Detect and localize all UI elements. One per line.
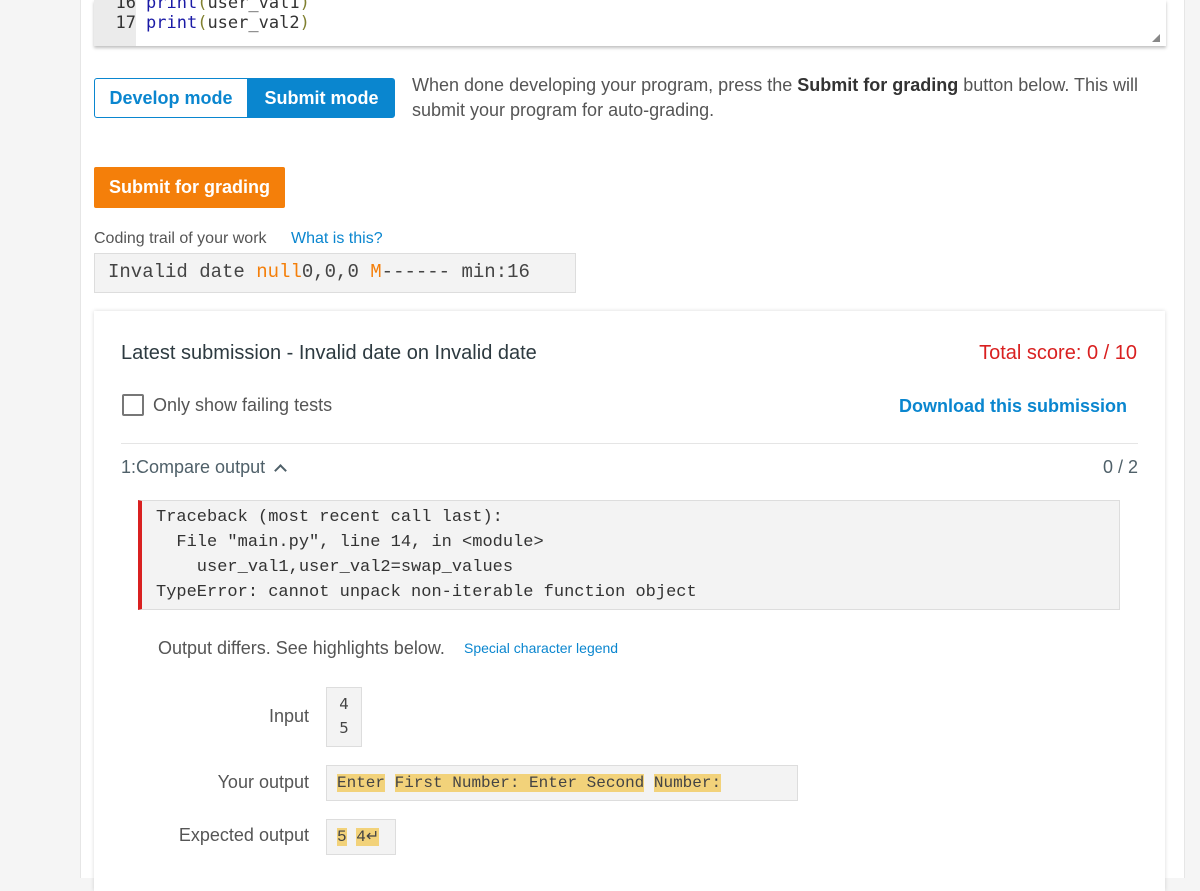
submission-card: Latest submission - Invalid date on Inva… [94,311,1165,891]
mode-toggle: Develop mode Submit mode [94,78,395,118]
special-character-legend-link[interactable]: Special character legend [464,640,618,656]
code-fn: print [146,0,198,13]
code-editor[interactable]: 16 print(user_val1) 17 print(user_val2) [94,0,1166,46]
test-title: 1:Compare output [121,457,266,477]
chevron-up-icon [274,464,287,477]
test-toggle[interactable]: 1:Compare output [121,457,287,478]
input-value: 4 [339,695,349,713]
trail-null: null [256,261,302,283]
highlight: First Number: Enter Second [394,774,645,792]
input-box: 45 [326,687,362,747]
test-score: 0 / 2 [1102,457,1138,477]
highlight: 4↵ [356,828,380,846]
traceback-output: Traceback (most recent call last): File … [138,500,1120,610]
expected-output-box: 5 4↵ [326,819,396,855]
code-arg: user_val1 [207,0,300,13]
develop-mode-button[interactable]: Develop mode [94,78,248,118]
submit-mode-button[interactable]: Submit mode [248,78,395,118]
your-output-label: Your output [217,772,309,792]
line-number: 16 [115,0,136,13]
trail-m: M [370,261,382,283]
output-differs-text: Output differs. See highlights below. [158,638,445,658]
highlight: 5 [337,828,347,846]
highlight: Number: [653,774,722,792]
trail-nums: 0,0,0 [301,261,371,283]
your-output-box: Enter First Number: Enter Second Number: [326,765,798,801]
submission-title: Latest submission - Invalid date on Inva… [121,342,537,364]
input-label: Input [268,706,309,726]
code-line: print(user_val1) [146,0,310,13]
mode-description: When done developing your program, press… [412,73,1152,123]
download-submission-link[interactable]: Download this submission [899,396,1127,417]
trail-dashes: ------ min:16 [381,261,530,283]
code-fn: print [146,13,198,33]
coding-trail-label: Coding trail of your work [94,230,267,247]
desc-text: When done developing your program, press… [412,75,798,95]
resize-handle-icon[interactable] [1152,34,1160,42]
trail-text: Invalid date [108,261,257,283]
code-arg: user_val2 [207,13,300,33]
submit-for-grading-button[interactable]: Submit for grading [94,167,285,208]
coding-trail: Invalid date null0,0,0 M------ min:16 [94,253,576,293]
line-number: 17 [115,13,136,33]
divider [121,443,1138,444]
only-failing-checkbox[interactable] [122,394,144,416]
code-line: print(user_val2) [146,13,310,33]
input-value: 5 [339,719,349,737]
only-failing-label[interactable]: Only show failing tests [153,395,332,416]
expected-output-label: Expected output [178,825,309,845]
what-is-this-link[interactable]: What is this? [291,230,383,248]
desc-bold: Submit for grading [797,75,959,95]
total-score: Total score: 0 / 10 [979,342,1137,364]
highlight: Enter [337,774,386,792]
